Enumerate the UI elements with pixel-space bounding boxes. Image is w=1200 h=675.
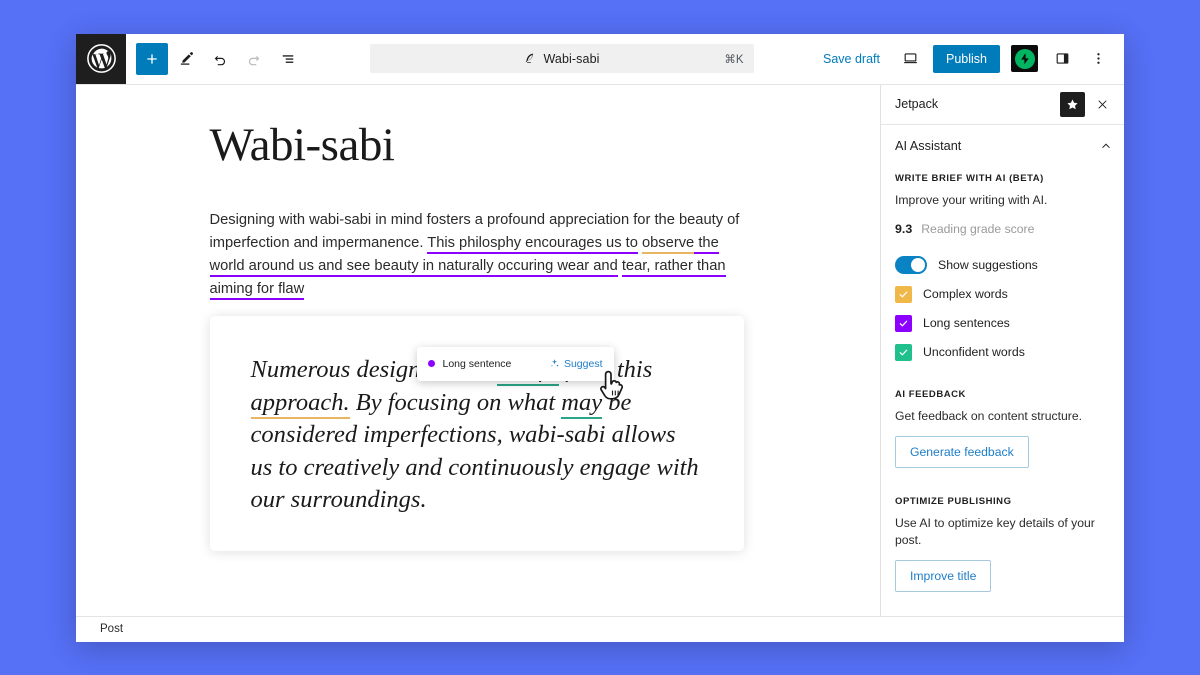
reading-score-value: 9.3 — [895, 221, 913, 236]
editor-window: Wabi-sabi ⌘K Save draft Publish Wabi-sab… — [76, 33, 1124, 642]
reading-grade-score-row: 9.3 Reading grade score — [895, 222, 1110, 236]
document-chip-wrapper: Wabi-sabi ⌘K — [310, 34, 813, 84]
check-icon — [899, 349, 908, 355]
status-bar: Post — [76, 615, 1124, 642]
suggest-action-label: Suggest — [563, 357, 603, 370]
show-suggestions-row[interactable]: Show suggestions — [895, 255, 1110, 274]
star-icon — [1067, 99, 1078, 109]
reading-score-label: Reading grade score — [921, 221, 1035, 236]
checkbox-complex-words[interactable] — [895, 285, 912, 303]
three-dots-vertical-icon — [1096, 53, 1100, 64]
checkbox-row-long-sentences[interactable]: Long sentences — [895, 314, 1110, 332]
device-preview-icon — [903, 53, 917, 64]
section-desc-write-brief: Improve your writing with AI. — [895, 192, 1048, 207]
preview-button[interactable] — [894, 43, 926, 75]
long-sentence-dot-icon — [427, 360, 435, 367]
section-kicker-ai-feedback: AI FEEDBACK — [895, 388, 966, 400]
save-draft-button[interactable]: Save draft — [813, 46, 890, 72]
pencil-icon — [180, 52, 193, 65]
chevron-up-icon[interactable] — [1099, 139, 1113, 153]
checkbox-row-unconfident-words[interactable]: Unconfident words — [895, 343, 1110, 361]
toolbar-right-group: Save draft Publish — [813, 34, 1124, 84]
generate-feedback-button[interactable]: Generate feedback — [895, 435, 1029, 468]
ai-assistant-title: AI Assistant — [895, 138, 962, 153]
plus-icon — [147, 53, 157, 64]
ai-assistant-panel-header[interactable]: AI Assistant — [881, 125, 1124, 167]
sidebar-panel-icon — [1056, 53, 1068, 64]
toggle-knob — [911, 257, 925, 272]
undo-button[interactable] — [204, 43, 236, 75]
sidebar-close-button[interactable] — [1090, 92, 1114, 116]
chip-center: Wabi-sabi — [370, 52, 754, 66]
page-title[interactable]: Wabi-sabi — [210, 119, 747, 172]
improve-title-button[interactable]: Improve title — [895, 559, 992, 592]
suggestion-type-label: Long sentence — [442, 357, 512, 370]
list-view-icon — [282, 54, 294, 63]
toolbar-left-group — [126, 34, 310, 84]
sidebar-star-button[interactable] — [1060, 91, 1085, 117]
quote-line2-b: By focusing on what — [349, 388, 562, 416]
checkbox-label-unconfident-words: Unconfident words — [923, 345, 1025, 359]
command-shortcut-label: ⌘K — [724, 53, 744, 66]
checkbox-label-long-sentences: Long sentences — [923, 316, 1010, 330]
section-desc-ai-feedback: Get feedback on content structure. — [895, 408, 1082, 423]
jetpack-lightning-icon — [1014, 48, 1035, 69]
close-x-icon — [1098, 100, 1106, 108]
top-toolbar: Wabi-sabi ⌘K Save draft Publish — [76, 33, 1124, 85]
wordpress-logo-icon — [86, 44, 116, 73]
quote-line2-c: be — [602, 388, 632, 416]
section-kicker-optimize-publishing: OPTIMIZE PUBLISHING — [895, 495, 1012, 507]
jetpack-sidebar: Jetpack AI Assistant WRITE BRIEF WITH AI… — [881, 84, 1124, 616]
post-content: Wabi-sabi Designing with wabi-sabi in mi… — [209, 85, 747, 551]
redo-button[interactable] — [238, 43, 270, 75]
feather-quill-icon — [526, 53, 534, 63]
checkbox-unconfident-words[interactable] — [895, 343, 912, 361]
check-icon — [899, 291, 908, 297]
sidebar-title: Jetpack — [895, 97, 939, 111]
quote-line5: surroundings. — [290, 486, 427, 514]
checkbox-label-complex-words: Complex words — [923, 287, 1008, 301]
suggestion-popover[interactable]: Long sentence Suggest — [416, 346, 614, 381]
breadcrumb[interactable]: Post — [100, 623, 123, 635]
post-paragraph[interactable]: Designing with wabi-sabi in mind fosters… — [209, 209, 747, 301]
highlight-complex-word[interactable]: observe — [641, 235, 695, 255]
check-icon — [899, 320, 908, 326]
highlight-long-sentence-1[interactable]: This philosphy encourages us to — [427, 235, 638, 255]
document-title-label: Wabi-sabi — [543, 51, 600, 66]
jetpack-button[interactable] — [1011, 45, 1038, 72]
highlight-complex-approach[interactable]: approach. — [250, 388, 350, 419]
section-desc-optimize-publishing: Use AI to optimize key details of your p… — [895, 515, 1095, 547]
publish-button[interactable]: Publish — [933, 44, 1000, 73]
redo-arrow-icon — [248, 55, 260, 65]
document-overview-button[interactable] — [272, 43, 304, 75]
section-kicker-write-brief: WRITE BRIEF WITH AI (BETA) — [895, 172, 1044, 184]
sparkles-icon — [550, 359, 559, 367]
ai-assistant-panel-body: WRITE BRIEF WITH AI (BETA) Improve your … — [881, 167, 1124, 606]
more-options-button[interactable] — [1082, 43, 1114, 75]
highlight-unconfident-may[interactable]: may — [561, 388, 603, 419]
suggest-action-button[interactable]: Suggest — [549, 358, 603, 370]
show-suggestions-label: Show suggestions — [938, 257, 1038, 272]
checkbox-row-complex-words[interactable]: Complex words — [895, 285, 1110, 303]
wordpress-logo-button[interactable] — [76, 33, 126, 84]
sidebar-header: Jetpack — [881, 85, 1124, 125]
undo-arrow-icon — [214, 55, 226, 65]
command-palette-chip[interactable]: Wabi-sabi ⌘K — [369, 44, 754, 73]
editor-body: Wabi-sabi Designing with wabi-sabi in mi… — [76, 84, 1124, 616]
show-suggestions-toggle[interactable] — [895, 255, 927, 274]
settings-sidebar-button[interactable] — [1046, 43, 1078, 75]
edit-tool-button[interactable] — [170, 43, 202, 75]
checkbox-long-sentences[interactable] — [895, 314, 912, 332]
editor-canvas[interactable]: Wabi-sabi Designing with wabi-sabi in mi… — [76, 84, 881, 616]
add-block-button[interactable] — [136, 42, 168, 75]
